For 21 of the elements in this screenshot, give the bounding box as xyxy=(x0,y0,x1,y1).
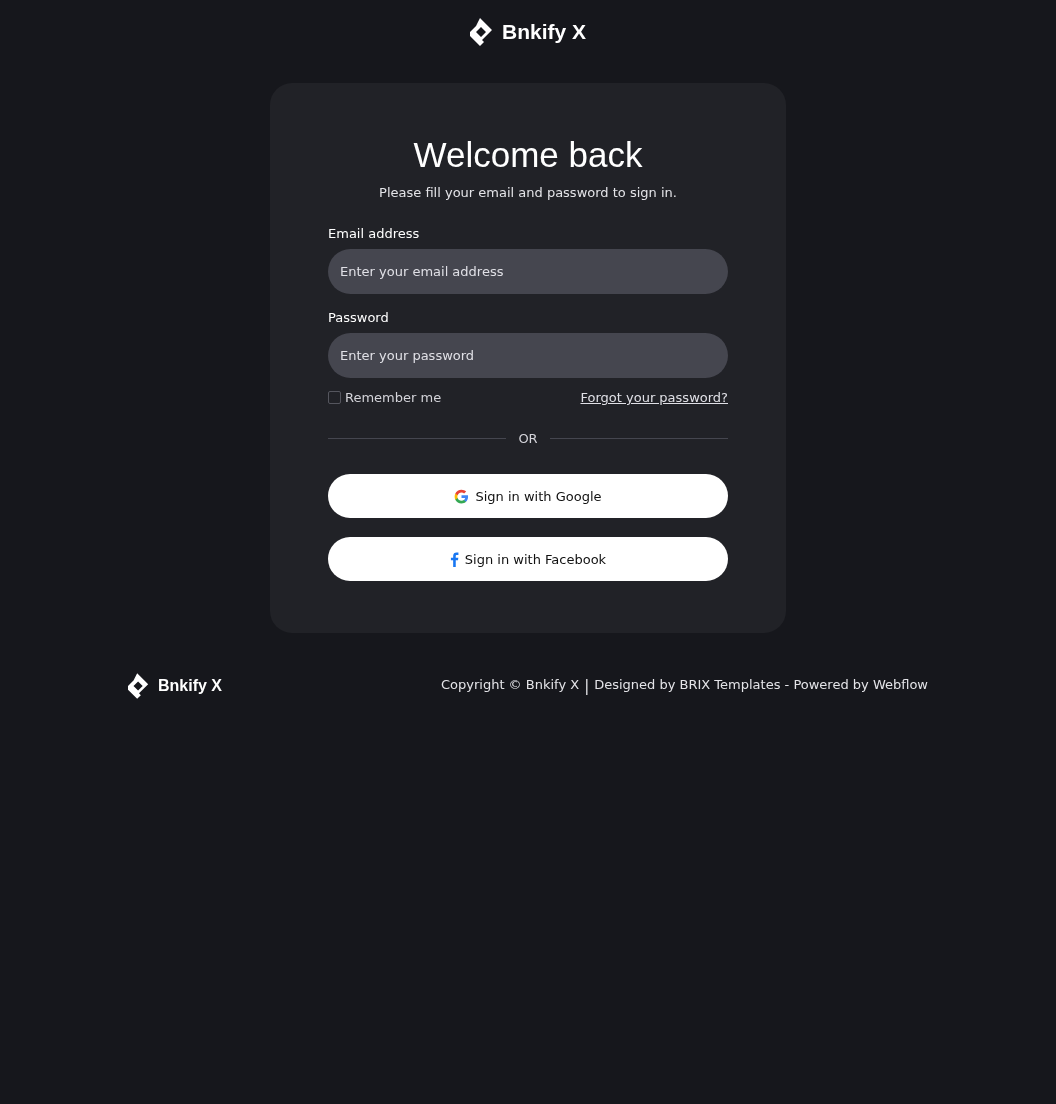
checkbox[interactable] xyxy=(328,391,341,404)
brand-name: Bnkify X xyxy=(158,677,222,695)
google-icon xyxy=(454,488,470,504)
copyright-text: Copyright © Bnkify X xyxy=(440,677,580,694)
field-label: Email address xyxy=(328,226,421,241)
input-field[interactable]: Enter your password xyxy=(328,333,728,378)
brand-name: Bnkify X xyxy=(502,20,586,44)
divider-label: OR xyxy=(518,431,538,446)
logo-icon xyxy=(470,17,494,47)
field-label: Password xyxy=(328,310,390,325)
card-subtitle: Please fill your email and password to sign in. xyxy=(378,185,678,200)
facebook-sign-in-button[interactable]: Sign in with Facebook xyxy=(328,537,728,581)
google-sign-in-button[interactable]: Sign in with Google xyxy=(328,474,728,518)
input-field[interactable]: Enter your email address xyxy=(328,249,728,294)
logo-icon xyxy=(128,671,150,701)
facebook-icon xyxy=(449,551,459,567)
separator-text: | xyxy=(584,677,590,695)
card-title: Welcome back xyxy=(412,135,644,175)
forgot-password-link[interactable]: Forgot your password? xyxy=(580,390,728,405)
checkbox-label: Remember me xyxy=(345,390,442,405)
credits-text: Designed by BRIX Templates - Powered by Webflow xyxy=(594,677,928,694)
